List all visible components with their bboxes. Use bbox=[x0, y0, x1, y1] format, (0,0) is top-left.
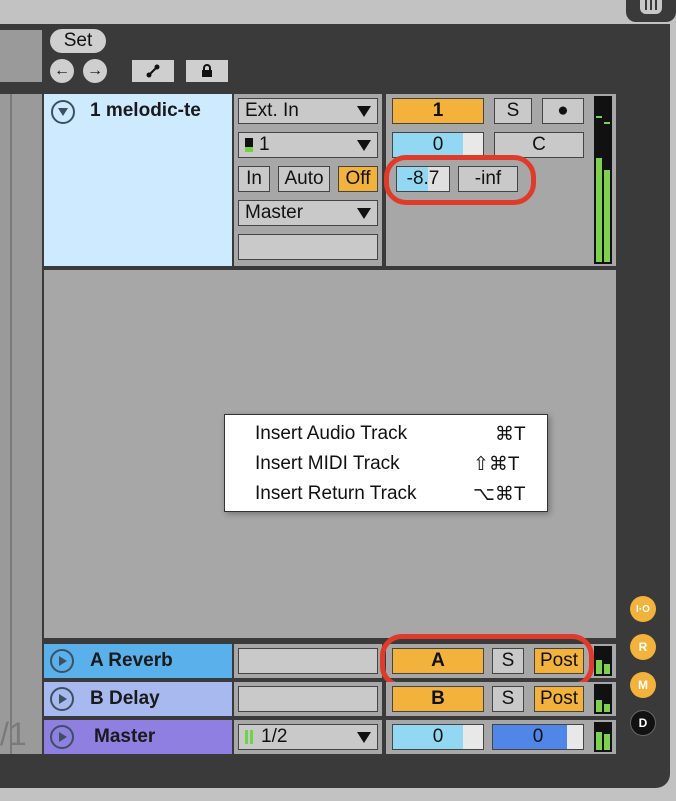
return-a-output-field[interactable] bbox=[238, 648, 378, 674]
master-level-meter bbox=[594, 722, 612, 752]
play-icon[interactable] bbox=[50, 687, 74, 711]
track-activator-button[interactable]: 1 bbox=[392, 98, 484, 124]
shortcut-insert-return-track: ⌥⌘T bbox=[473, 484, 526, 505]
track1-level-meter bbox=[594, 96, 612, 264]
divider bbox=[10, 94, 12, 754]
return-b-level-meter bbox=[594, 684, 612, 714]
mixer-toggle-button[interactable]: M bbox=[630, 672, 656, 698]
solo-button[interactable]: S bbox=[494, 98, 532, 124]
return-b-post-button[interactable]: Post bbox=[534, 686, 584, 712]
menu-item-insert-return-track[interactable]: Insert Return Track bbox=[255, 483, 417, 505]
lock-icon[interactable] bbox=[186, 60, 228, 82]
play-icon[interactable] bbox=[50, 649, 74, 673]
returns-toggle-button[interactable]: R bbox=[630, 634, 656, 660]
play-icon[interactable] bbox=[50, 725, 74, 749]
track1-name[interactable]: 1 melodic-te bbox=[90, 100, 201, 122]
output-value: Master bbox=[245, 202, 304, 223]
arm-button[interactable]: ● bbox=[542, 98, 584, 124]
monitor-in-button[interactable]: In bbox=[238, 166, 270, 192]
cue-out-value: 1/2 bbox=[261, 726, 288, 747]
volume-highlight-annotation bbox=[384, 155, 536, 205]
cue-volume-field[interactable]: 0 bbox=[492, 724, 584, 750]
draw-mode-icon[interactable] bbox=[132, 60, 174, 82]
output-channel-field[interactable] bbox=[238, 234, 378, 260]
menu-item-insert-audio-track[interactable]: Insert Audio Track bbox=[255, 423, 407, 445]
return-b-activator-button[interactable]: B bbox=[392, 686, 484, 712]
dropdown-arrow-icon bbox=[357, 731, 371, 743]
meter-mini-icon bbox=[245, 138, 253, 152]
input-channel-value: 1 bbox=[259, 134, 270, 155]
io-toggle-button[interactable]: I·O bbox=[630, 596, 656, 622]
arrow-left-icon[interactable]: ← bbox=[50, 59, 74, 83]
arrow-right-icon[interactable]: → bbox=[83, 59, 107, 83]
return-highlight-annotation bbox=[380, 634, 594, 688]
monitor-auto-button[interactable]: Auto bbox=[278, 166, 330, 192]
dropdown-arrow-icon bbox=[357, 207, 371, 219]
scene-strip-top bbox=[0, 30, 42, 82]
input-type-value: Ext. In bbox=[245, 100, 299, 121]
volume-value: 0 bbox=[432, 134, 444, 155]
meter-mini-icon bbox=[245, 730, 255, 744]
input-type-select[interactable]: Ext. In bbox=[238, 98, 378, 124]
shortcut-insert-audio-track: ⌘T bbox=[495, 424, 526, 445]
cue-out-select[interactable]: 1/2 bbox=[238, 724, 378, 750]
master-name[interactable]: Master bbox=[94, 726, 155, 748]
scene-strip bbox=[0, 94, 42, 754]
fold-track-icon[interactable] bbox=[51, 100, 75, 124]
delay-toggle-button[interactable]: D bbox=[630, 710, 656, 736]
input-channel-select[interactable]: 1 bbox=[238, 132, 378, 158]
return-b-name[interactable]: B Delay bbox=[90, 688, 160, 710]
return-b-output-field[interactable] bbox=[238, 686, 378, 712]
return-a-name[interactable]: A Reverb bbox=[90, 650, 173, 672]
context-menu: Insert Audio Track ⌘T Insert MIDI Track … bbox=[224, 414, 548, 512]
master-scene-value: /1 bbox=[0, 716, 27, 752]
grid-view-icon[interactable] bbox=[626, 0, 676, 22]
shortcut-insert-midi-track: ⇧⌘T bbox=[473, 454, 520, 475]
dropdown-arrow-icon bbox=[357, 105, 371, 117]
output-select[interactable]: Master bbox=[238, 200, 378, 226]
menu-item-insert-midi-track[interactable]: Insert MIDI Track bbox=[255, 453, 400, 475]
return-b-solo-button[interactable]: S bbox=[492, 686, 524, 712]
master-volume-field[interactable]: 0 bbox=[392, 724, 484, 750]
monitor-off-button[interactable]: Off bbox=[338, 166, 378, 192]
master-volume-value: 0 bbox=[432, 726, 444, 747]
set-button[interactable]: Set bbox=[50, 29, 106, 53]
dropdown-arrow-icon bbox=[357, 139, 371, 151]
cue-volume-value: 0 bbox=[532, 726, 544, 747]
return-a-level-meter bbox=[594, 646, 612, 676]
